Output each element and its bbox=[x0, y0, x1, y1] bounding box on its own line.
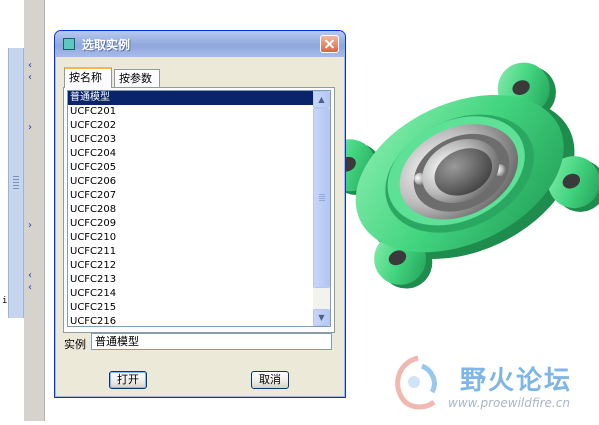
chevron-left-icon[interactable]: ‹ ‹ bbox=[28, 60, 32, 84]
list-item[interactable]: UCFC203 bbox=[68, 133, 314, 147]
list-item[interactable]: 普通模型 bbox=[68, 91, 314, 105]
cancel-button[interactable]: 取消 bbox=[251, 371, 289, 389]
panel-grip-icon[interactable] bbox=[13, 176, 19, 190]
chevron-right-icon[interactable]: › bbox=[28, 122, 32, 134]
chevron-right-icon[interactable]: › bbox=[28, 220, 32, 232]
instance-list: 普通模型 UCFC201 UCFC202 UCFC203 UCFC204 UCFC205 U… bbox=[68, 91, 330, 326]
app-icon bbox=[63, 38, 75, 50]
list-item[interactable]: UCFC216 bbox=[68, 315, 314, 326]
scroll-thumb[interactable] bbox=[313, 108, 330, 288]
list-item[interactable]: UCFC207 bbox=[68, 189, 314, 203]
list-item[interactable]: UCFC210 bbox=[68, 231, 314, 245]
list-item[interactable]: UCFC206 bbox=[68, 175, 314, 189]
left-toolbar-strip: ‹ ‹ › › ‹ ‹ bbox=[24, 0, 45, 421]
thumb-grip-icon bbox=[319, 194, 325, 202]
tab-by-parameter[interactable]: 按参数 bbox=[114, 69, 160, 87]
instance-label: 实例 bbox=[64, 338, 86, 351]
list-item[interactable]: UCFC214 bbox=[68, 287, 314, 301]
left-side-panel[interactable] bbox=[8, 48, 24, 318]
select-instance-dialog: 选取实例 按名称 按参数 普通模型 UCFC201 UCFC202 UCFC203 UC… bbox=[54, 30, 346, 398]
list-item[interactable]: UCFC202 bbox=[68, 119, 314, 133]
list-item[interactable]: UCFC212 bbox=[68, 259, 314, 273]
list-item[interactable]: UCFC204 bbox=[68, 147, 314, 161]
chevron-left-icon[interactable]: ‹ ‹ bbox=[28, 270, 32, 294]
list-item[interactable]: UCFC201 bbox=[68, 105, 314, 119]
list-item[interactable]: UCFC213 bbox=[68, 273, 314, 287]
open-button[interactable]: 打开 bbox=[109, 371, 147, 389]
close-button[interactable] bbox=[320, 35, 339, 53]
list-scrollbar[interactable]: ▲ ▼ bbox=[313, 91, 330, 326]
scroll-down-icon[interactable]: ▼ bbox=[313, 309, 330, 326]
watermark-logo-icon bbox=[395, 355, 437, 410]
list-item[interactable]: UCFC215 bbox=[68, 301, 314, 315]
left-margin bbox=[0, 0, 8, 421]
list-item[interactable]: UCFC209 bbox=[68, 217, 314, 231]
list-item[interactable]: UCFC211 bbox=[68, 245, 314, 259]
watermark-url: www.proewildfire.cn bbox=[448, 396, 570, 410]
dialog-title: 选取实例 bbox=[82, 38, 131, 52]
watermark-title: 野火论坛 bbox=[460, 366, 573, 396]
instance-input[interactable]: 普通模型 bbox=[91, 333, 332, 350]
scroll-up-icon[interactable]: ▲ bbox=[313, 91, 330, 108]
left-truncated-text: i bbox=[2, 296, 8, 306]
list-item[interactable]: UCFC205 bbox=[68, 161, 314, 175]
instance-listbox[interactable]: 普通模型 UCFC201 UCFC202 UCFC203 UCFC204 UCFC205 U… bbox=[67, 90, 331, 327]
dialog-titlebar[interactable]: 选取实例 bbox=[55, 31, 345, 57]
list-item[interactable]: UCFC208 bbox=[68, 203, 314, 217]
tab-by-name[interactable]: 按名称 bbox=[64, 67, 112, 88]
